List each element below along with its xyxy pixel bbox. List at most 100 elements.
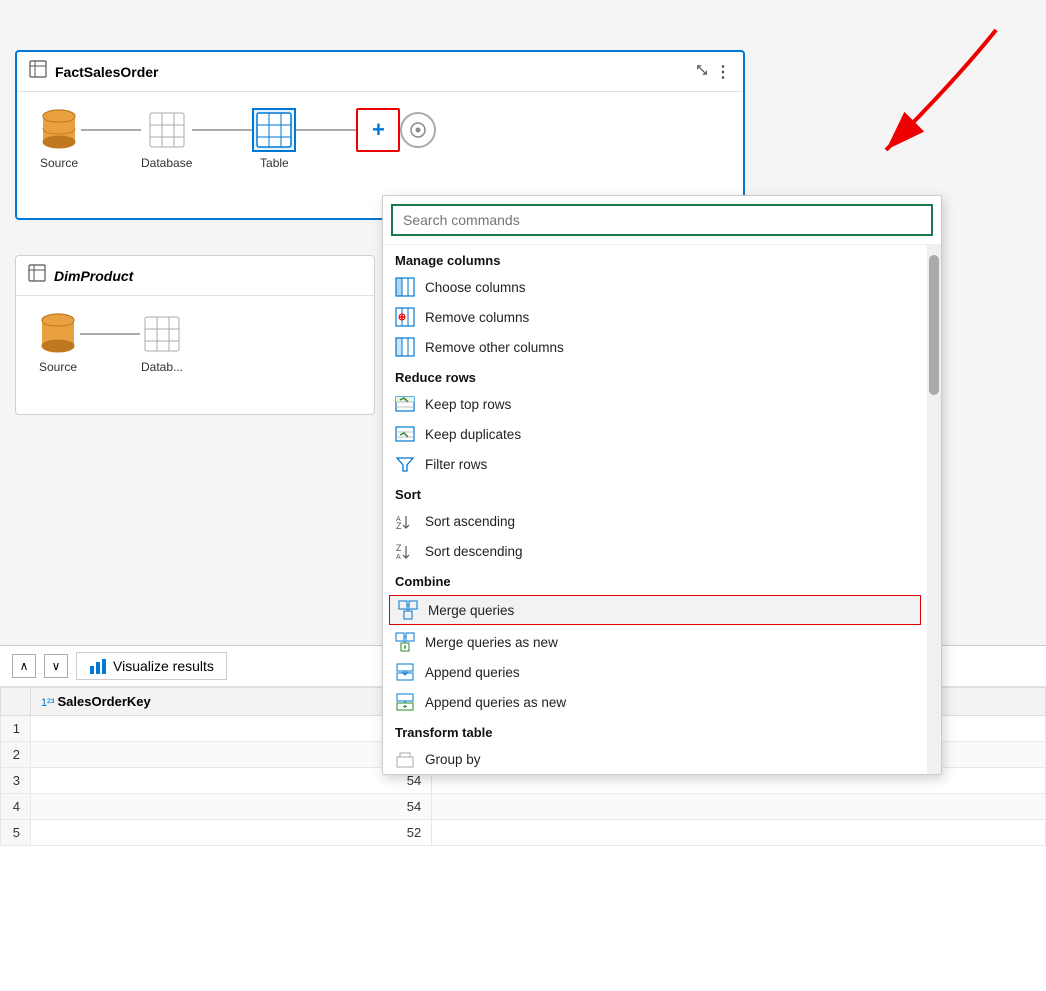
merge-queries-icon: [398, 600, 418, 620]
visualize-label: Visualize results: [113, 658, 214, 674]
section-combine: Combine: [383, 566, 927, 593]
connector-2: [192, 129, 252, 131]
dim-card-title: DimProduct: [54, 268, 133, 284]
table-row: 4 54: [1, 794, 1046, 820]
col-header-sales-order-key: 1²³ SalesOrderKey: [31, 688, 432, 716]
menu-item-remove-columns[interactable]: Remove columns: [383, 302, 927, 332]
dropdown-scrollbar[interactable]: [927, 245, 941, 774]
dim-product-card: DimProduct Source: [15, 255, 375, 415]
section-reduce-rows: Reduce rows: [383, 362, 927, 389]
scrollbar-thumb: [929, 255, 939, 395]
dim-table-icon: [28, 264, 46, 287]
nav-down-button[interactable]: ∨: [44, 654, 68, 678]
section-transform-table: Transform table: [383, 717, 927, 744]
merge-queries-label: Merge queries: [428, 603, 514, 618]
append-queries-label: Append queries: [425, 665, 520, 680]
menu-item-append-queries-new[interactable]: Append queries as new: [383, 687, 927, 717]
cell-1-1: 54: [31, 716, 432, 742]
remove-other-columns-icon: [395, 337, 415, 357]
add-step-button[interactable]: +: [356, 108, 400, 152]
group-by-icon: [395, 749, 415, 769]
search-input[interactable]: [391, 204, 933, 236]
merge-queries-new-label: Merge queries as new: [425, 635, 558, 650]
nav-up-button[interactable]: ∧: [12, 654, 36, 678]
dim-card-body: Source Datab...: [16, 296, 374, 390]
table-icon: [29, 60, 47, 83]
dim-source-label: Source: [39, 360, 77, 374]
keep-duplicates-label: Keep duplicates: [425, 427, 521, 442]
sort-descending-icon: Z A: [395, 541, 415, 561]
menu-item-sort-descending[interactable]: Z A Sort descending: [383, 536, 927, 566]
sort-descending-label: Sort descending: [425, 544, 523, 559]
table-row: 5 52: [1, 820, 1046, 846]
dim-card-header: DimProduct: [16, 256, 374, 296]
svg-text:Z: Z: [396, 521, 402, 531]
cell-4-1: 54: [31, 794, 432, 820]
fact-card-header: FactSalesOrder ⤡ ⋮: [17, 52, 743, 92]
menu-item-merge-queries[interactable]: Merge queries: [389, 595, 921, 625]
merge-queries-new-icon: [395, 632, 415, 652]
cell-4-2: [432, 794, 1046, 820]
append-queries-icon: [395, 662, 415, 682]
section-sort: Sort: [383, 479, 927, 506]
menu-item-filter-rows[interactable]: Filter rows: [383, 449, 927, 479]
source-label: Source: [40, 156, 78, 170]
menu-item-remove-other-columns[interactable]: Remove other columns: [383, 332, 927, 362]
source-icon: [37, 108, 81, 152]
fact-card-body: Source Database: [17, 92, 743, 186]
menu-item-keep-top-rows[interactable]: Keep top rows: [383, 389, 927, 419]
row-num-1: 1: [1, 716, 31, 742]
choose-columns-label: Choose columns: [425, 280, 526, 295]
svg-text:Z: Z: [396, 543, 402, 553]
append-queries-new-icon: [395, 692, 415, 712]
filter-rows-icon: [395, 454, 415, 474]
command-dropdown: Manage columns Choose columns: [382, 195, 942, 775]
menu-item-sort-ascending[interactable]: A Z Sort ascending: [383, 506, 927, 536]
remove-other-columns-label: Remove other columns: [425, 340, 564, 355]
remove-columns-label: Remove columns: [425, 310, 529, 325]
connector-3: [296, 129, 356, 131]
plus-icon: +: [372, 117, 385, 143]
dim-source-icon: [36, 312, 80, 356]
menu-item-group-by[interactable]: Group by: [383, 744, 927, 774]
connector-1: [81, 129, 141, 131]
row-num-5: 5: [1, 820, 31, 846]
row-num-4: 4: [1, 794, 31, 820]
database-label: Database: [141, 156, 192, 170]
menu-item-append-queries[interactable]: Append queries: [383, 657, 927, 687]
keep-top-rows-icon: [395, 394, 415, 414]
cell-3-1: 54: [31, 768, 432, 794]
card-header-actions: ⤡ ⋮: [697, 62, 731, 82]
more-options-icon[interactable]: ⋮: [715, 62, 731, 82]
dim-connector-1: [80, 333, 140, 335]
row-num-2: 2: [1, 742, 31, 768]
fact-card-title: FactSalesOrder: [55, 64, 159, 80]
menu-item-merge-queries-new[interactable]: Merge queries as new: [383, 627, 927, 657]
table-label: Table: [260, 156, 289, 170]
section-manage-columns: Manage columns: [383, 245, 927, 272]
remove-columns-icon: [395, 307, 415, 327]
row-num-3: 3: [1, 768, 31, 794]
step-source: Source: [37, 108, 81, 170]
search-box: [383, 196, 941, 245]
dim-step-db: Datab...: [140, 312, 184, 374]
dim-db-icon: [140, 312, 184, 356]
svg-text:A: A: [396, 554, 401, 561]
menu-item-choose-columns[interactable]: Choose columns: [383, 272, 927, 302]
filter-rows-label: Filter rows: [425, 457, 487, 472]
menu-content: Manage columns Choose columns: [383, 245, 941, 774]
sort-ascending-icon: A Z: [395, 511, 415, 531]
sort-ascending-label: Sort ascending: [425, 514, 515, 529]
row-number-header: [1, 688, 31, 716]
visualize-results-button[interactable]: Visualize results: [76, 652, 227, 680]
settings-button[interactable]: [400, 112, 436, 148]
compress-icon[interactable]: ⤡: [697, 62, 707, 82]
cell-5-2: [432, 820, 1046, 846]
cell-2-1: 54: [31, 742, 432, 768]
cell-5-1: 52: [31, 820, 432, 846]
menu-item-keep-duplicates[interactable]: Keep duplicates: [383, 419, 927, 449]
dim-db-label: Datab...: [141, 360, 183, 374]
database-icon: [145, 108, 189, 152]
keep-top-rows-label: Keep top rows: [425, 397, 511, 412]
keep-duplicates-icon: [395, 424, 415, 444]
